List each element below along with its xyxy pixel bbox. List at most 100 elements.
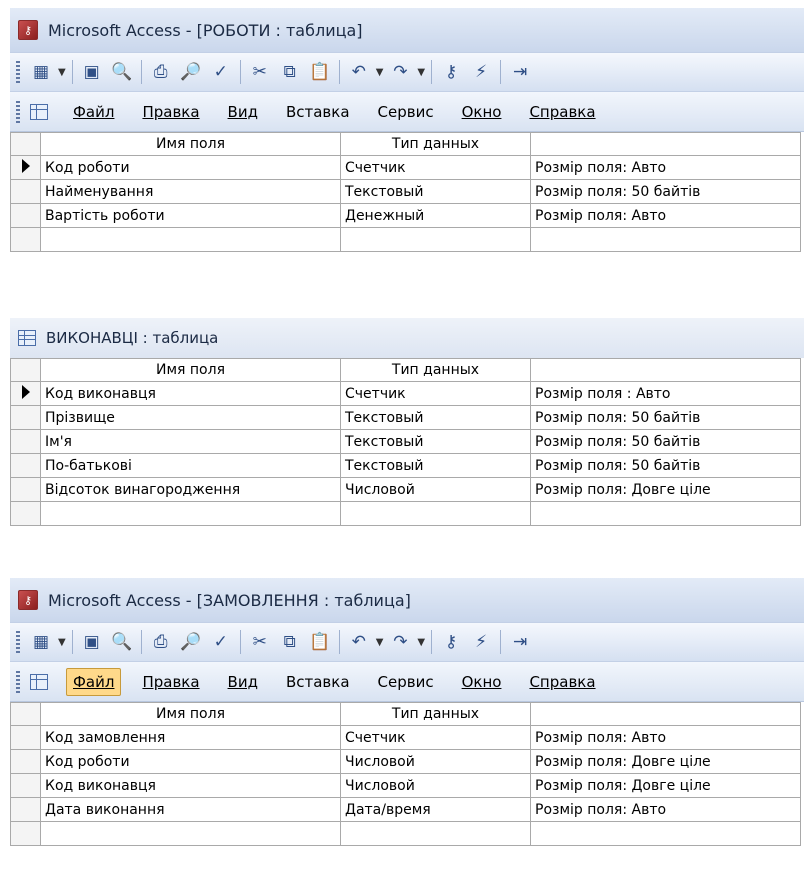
table-row[interactable] xyxy=(10,227,801,252)
row-selector[interactable] xyxy=(10,501,41,526)
spelling-icon[interactable]: ✓ xyxy=(208,59,234,85)
menu-tools[interactable]: Сервис xyxy=(371,98,441,126)
menu-file[interactable]: Файл xyxy=(66,98,121,126)
data-type-cell[interactable]: Денежный xyxy=(340,203,531,228)
data-type-cell[interactable] xyxy=(340,821,531,846)
description-cell[interactable]: Розмір поля: 50 байтів xyxy=(530,405,801,430)
cut-icon[interactable]: ✂ xyxy=(247,59,273,85)
table-row[interactable]: Ім'я Текстовый Розмір поля: 50 байтів xyxy=(10,429,801,454)
field-name-cell[interactable] xyxy=(40,821,341,846)
menu-window[interactable]: Окно xyxy=(455,668,509,696)
data-type-cell[interactable]: Текстовый xyxy=(340,429,531,454)
print-preview-icon[interactable]: 🔎 xyxy=(178,59,204,85)
description-cell[interactable]: Розмір поля: Довге ціле xyxy=(530,773,801,798)
table-row[interactable]: Вартість роботи Денежный Розмір поля: Ав… xyxy=(10,203,801,228)
data-type-cell[interactable]: Числовой xyxy=(340,749,531,774)
description-cell[interactable]: Розмір поля : Авто xyxy=(530,381,801,406)
print-preview-icon[interactable]: 🔎 xyxy=(178,629,204,655)
row-selector[interactable] xyxy=(10,155,41,180)
field-name-cell[interactable]: Код замовлення xyxy=(40,725,341,750)
menu-edit[interactable]: Правка xyxy=(135,668,206,696)
table-row[interactable]: Код роботи Счетчик Розмір поля: Авто xyxy=(10,155,801,180)
chevron-down-icon[interactable]: ▼ xyxy=(417,67,425,78)
description-cell[interactable]: Розмір поля: 50 байтів xyxy=(530,429,801,454)
table-row[interactable]: Код виконавця Числовой Розмір поля: Довг… xyxy=(10,773,801,798)
row-selector[interactable] xyxy=(10,797,41,822)
description-cell[interactable] xyxy=(530,501,801,526)
data-type-cell[interactable]: Текстовый xyxy=(340,179,531,204)
menu-file[interactable]: Файл xyxy=(66,667,122,696)
field-name-cell[interactable] xyxy=(40,501,341,526)
table-row[interactable]: Код замовлення Счетчик Розмір поля: Авто xyxy=(10,725,801,750)
chevron-down-icon[interactable]: ▼ xyxy=(58,637,66,648)
spelling-icon[interactable]: ✓ xyxy=(208,629,234,655)
field-name-cell[interactable]: Код роботи xyxy=(40,155,341,180)
row-selector[interactable] xyxy=(10,203,41,228)
search-icon[interactable]: 🔍 xyxy=(109,629,135,655)
menu-help[interactable]: Справка xyxy=(522,668,602,696)
chevron-down-icon[interactable]: ▼ xyxy=(376,637,384,648)
table-row[interactable]: По-батькові Текстовый Розмір поля: 50 ба… xyxy=(10,453,801,478)
row-selector[interactable] xyxy=(10,405,41,430)
menu-view[interactable]: Вид xyxy=(221,98,265,126)
indexes-icon[interactable]: ⚡ xyxy=(468,59,494,85)
description-cell[interactable]: Розмір поля: Авто xyxy=(530,725,801,750)
field-name-cell[interactable]: Код виконавця xyxy=(40,773,341,798)
row-selector[interactable] xyxy=(10,725,41,750)
table-row[interactable]: Дата виконання Дата/время Розмір поля: А… xyxy=(10,797,801,822)
view-icon[interactable]: ▦ xyxy=(28,629,54,655)
menu-edit[interactable]: Правка xyxy=(135,98,206,126)
paste-icon[interactable]: 📋 xyxy=(307,629,333,655)
table-row[interactable] xyxy=(10,501,801,526)
description-cell[interactable] xyxy=(530,821,801,846)
chevron-down-icon[interactable]: ▼ xyxy=(417,637,425,648)
description-cell[interactable]: Розмір поля: Довге ціле xyxy=(530,749,801,774)
row-selector[interactable] xyxy=(10,477,41,502)
description-cell[interactable] xyxy=(530,227,801,252)
toolbar-grip[interactable] xyxy=(16,631,20,653)
table-row[interactable]: Найменування Текстовый Розмір поля: 50 б… xyxy=(10,179,801,204)
primary-key-icon[interactable]: ⚷ xyxy=(438,629,464,655)
copy-icon[interactable]: ⧉ xyxy=(277,59,303,85)
data-type-cell[interactable]: Текстовый xyxy=(340,453,531,478)
description-cell[interactable]: Розмір поля: 50 байтів xyxy=(530,179,801,204)
chevron-down-icon[interactable]: ▼ xyxy=(58,67,66,78)
field-name-cell[interactable]: Ім'я xyxy=(40,429,341,454)
menu-insert[interactable]: Вставка xyxy=(279,668,357,696)
field-name-cell[interactable] xyxy=(40,227,341,252)
undo-icon[interactable]: ↶ xyxy=(346,629,372,655)
data-type-cell[interactable]: Счетчик xyxy=(340,725,531,750)
data-type-cell[interactable]: Счетчик xyxy=(340,381,531,406)
toolbar-grip[interactable] xyxy=(16,61,20,83)
row-selector[interactable] xyxy=(10,821,41,846)
cut-icon[interactable]: ✂ xyxy=(247,629,273,655)
menu-help[interactable]: Справка xyxy=(522,98,602,126)
print-icon[interactable]: ⎙ xyxy=(148,629,174,655)
menu-tools[interactable]: Сервис xyxy=(371,668,441,696)
data-type-cell[interactable]: Числовой xyxy=(340,773,531,798)
row-selector[interactable] xyxy=(10,429,41,454)
search-icon[interactable]: 🔍 xyxy=(109,59,135,85)
insert-rows-icon[interactable]: ⇥ xyxy=(507,629,533,655)
row-selector[interactable] xyxy=(10,381,41,406)
insert-rows-icon[interactable]: ⇥ xyxy=(507,59,533,85)
field-name-cell[interactable]: Вартість роботи xyxy=(40,203,341,228)
table-row[interactable]: Відсоток винагородження Числовой Розмір … xyxy=(10,477,801,502)
field-name-cell[interactable]: Дата виконання xyxy=(40,797,341,822)
data-type-cell[interactable]: Числовой xyxy=(340,477,531,502)
save-icon[interactable]: ▣ xyxy=(79,629,105,655)
save-icon[interactable]: ▣ xyxy=(79,59,105,85)
menu-view[interactable]: Вид xyxy=(221,668,265,696)
indexes-icon[interactable]: ⚡ xyxy=(468,629,494,655)
data-type-cell[interactable]: Дата/время xyxy=(340,797,531,822)
row-selector[interactable] xyxy=(10,773,41,798)
redo-icon[interactable]: ↷ xyxy=(387,59,413,85)
redo-icon[interactable]: ↷ xyxy=(387,629,413,655)
field-name-cell[interactable]: По-батькові xyxy=(40,453,341,478)
paste-icon[interactable]: 📋 xyxy=(307,59,333,85)
row-selector[interactable] xyxy=(10,749,41,774)
menubar-grip[interactable] xyxy=(16,670,20,693)
field-name-cell[interactable]: Код виконавця xyxy=(40,381,341,406)
copy-icon[interactable]: ⧉ xyxy=(277,629,303,655)
undo-icon[interactable]: ↶ xyxy=(346,59,372,85)
